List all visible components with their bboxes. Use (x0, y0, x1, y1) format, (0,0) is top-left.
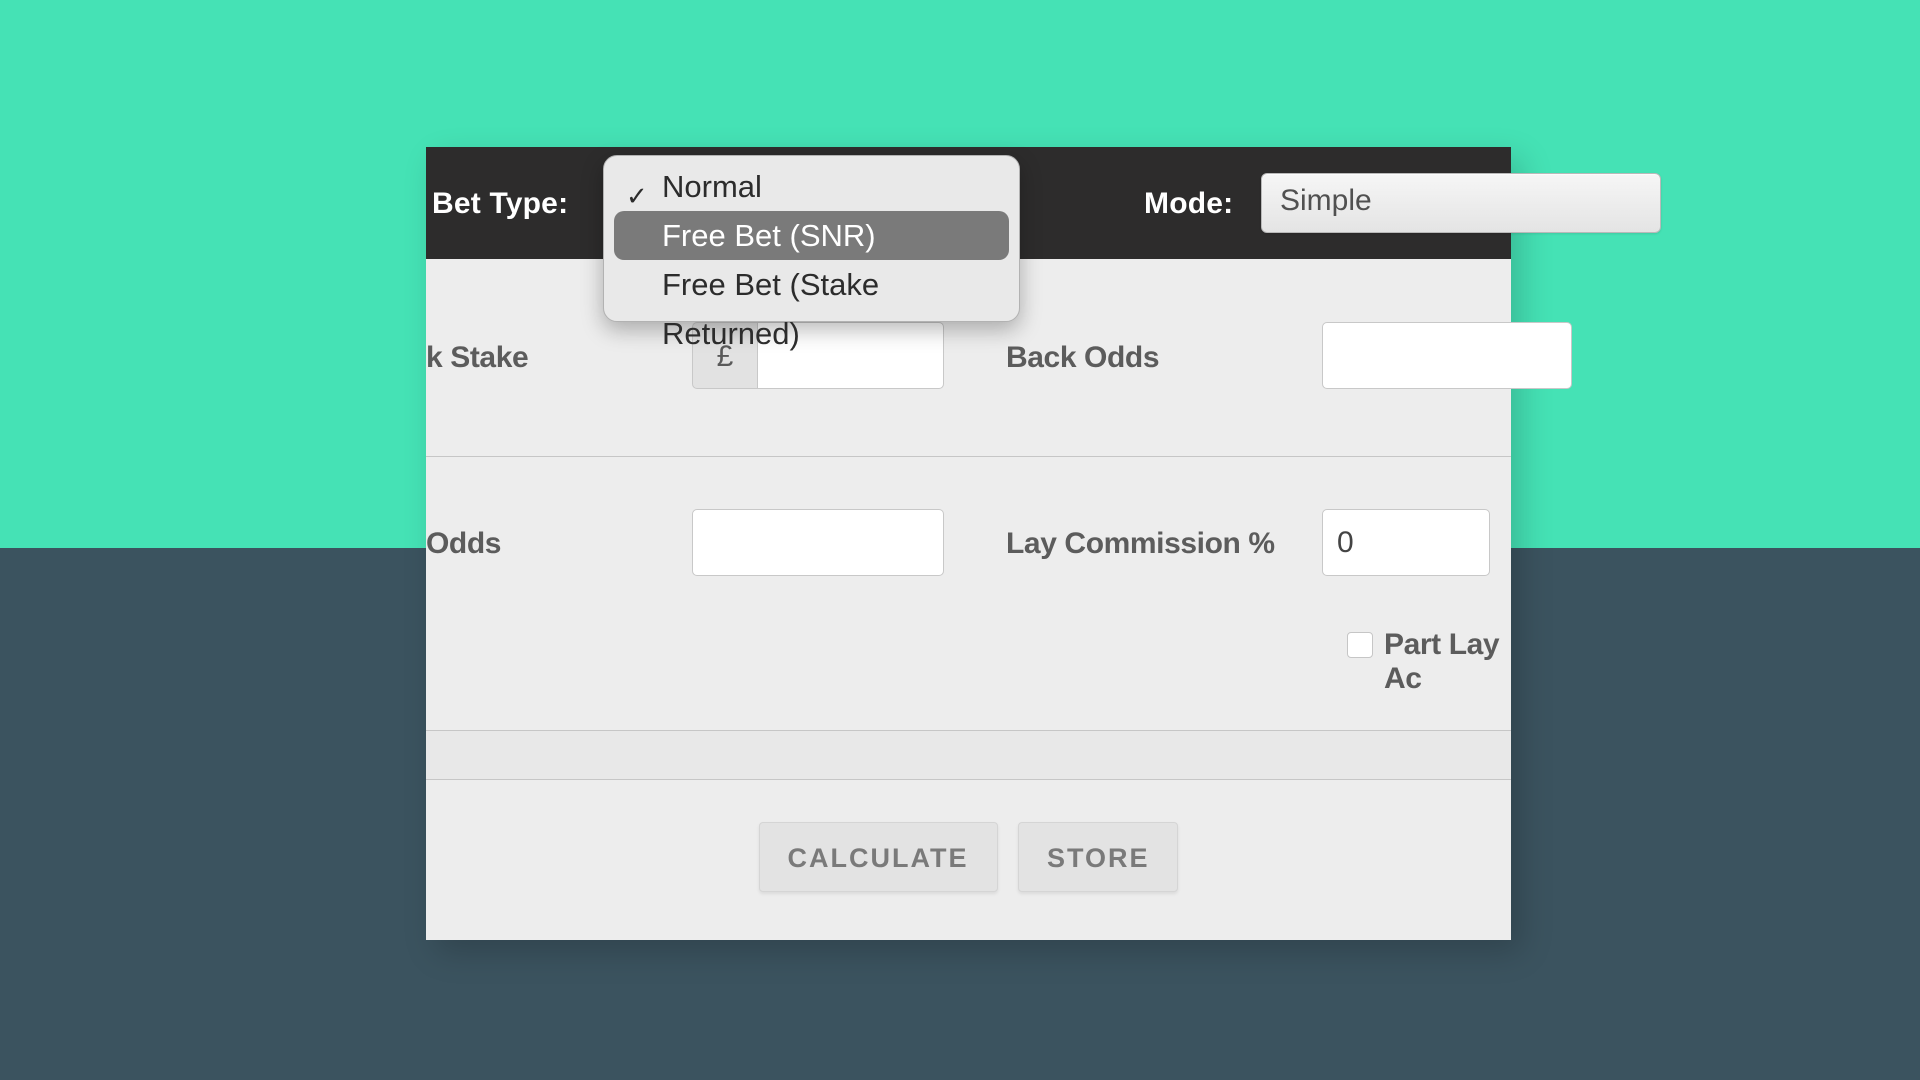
bet-type-option-free-bet-stake-returned[interactable]: Free Bet (Stake Returned) (614, 260, 1009, 309)
back-odds-input[interactable] (1322, 322, 1572, 389)
option-label: Free Bet (SNR) (662, 218, 876, 253)
spacer-strip (426, 730, 1511, 780)
store-button[interactable]: STORE (1018, 822, 1179, 892)
bet-type-dropdown[interactable]: ✓ Normal Free Bet (SNR) Free Bet (Stake … (603, 155, 1020, 322)
calculator-panel: Bet Type: Mode: Simple ✓ Normal Free Bet… (426, 147, 1511, 940)
mode-select[interactable]: Simple (1261, 173, 1661, 233)
lay-odds-input[interactable] (692, 509, 944, 576)
mode-label: Mode: (1144, 187, 1233, 221)
bet-type-option-normal[interactable]: ✓ Normal (614, 162, 1009, 211)
check-icon: ✓ (626, 172, 650, 196)
part-lay-checkbox[interactable] (1347, 632, 1373, 658)
back-stake-label: k Stake (426, 341, 528, 375)
lay-commission-label: Lay Commission % (1006, 527, 1275, 561)
bet-type-option-free-bet-snr[interactable]: Free Bet (SNR) (614, 211, 1009, 260)
bet-type-label: Bet Type: (432, 187, 568, 221)
lay-odds-label: Odds (426, 527, 501, 561)
part-lay-label: Part Lay Ac (1384, 628, 1511, 696)
calculate-button[interactable]: CALCULATE (759, 822, 998, 892)
button-row: CALCULATE STORE (426, 822, 1511, 892)
back-odds-label: Back Odds (1006, 341, 1159, 375)
divider (426, 456, 1511, 457)
option-label: Normal (662, 169, 762, 204)
lay-commission-input[interactable] (1322, 509, 1490, 576)
